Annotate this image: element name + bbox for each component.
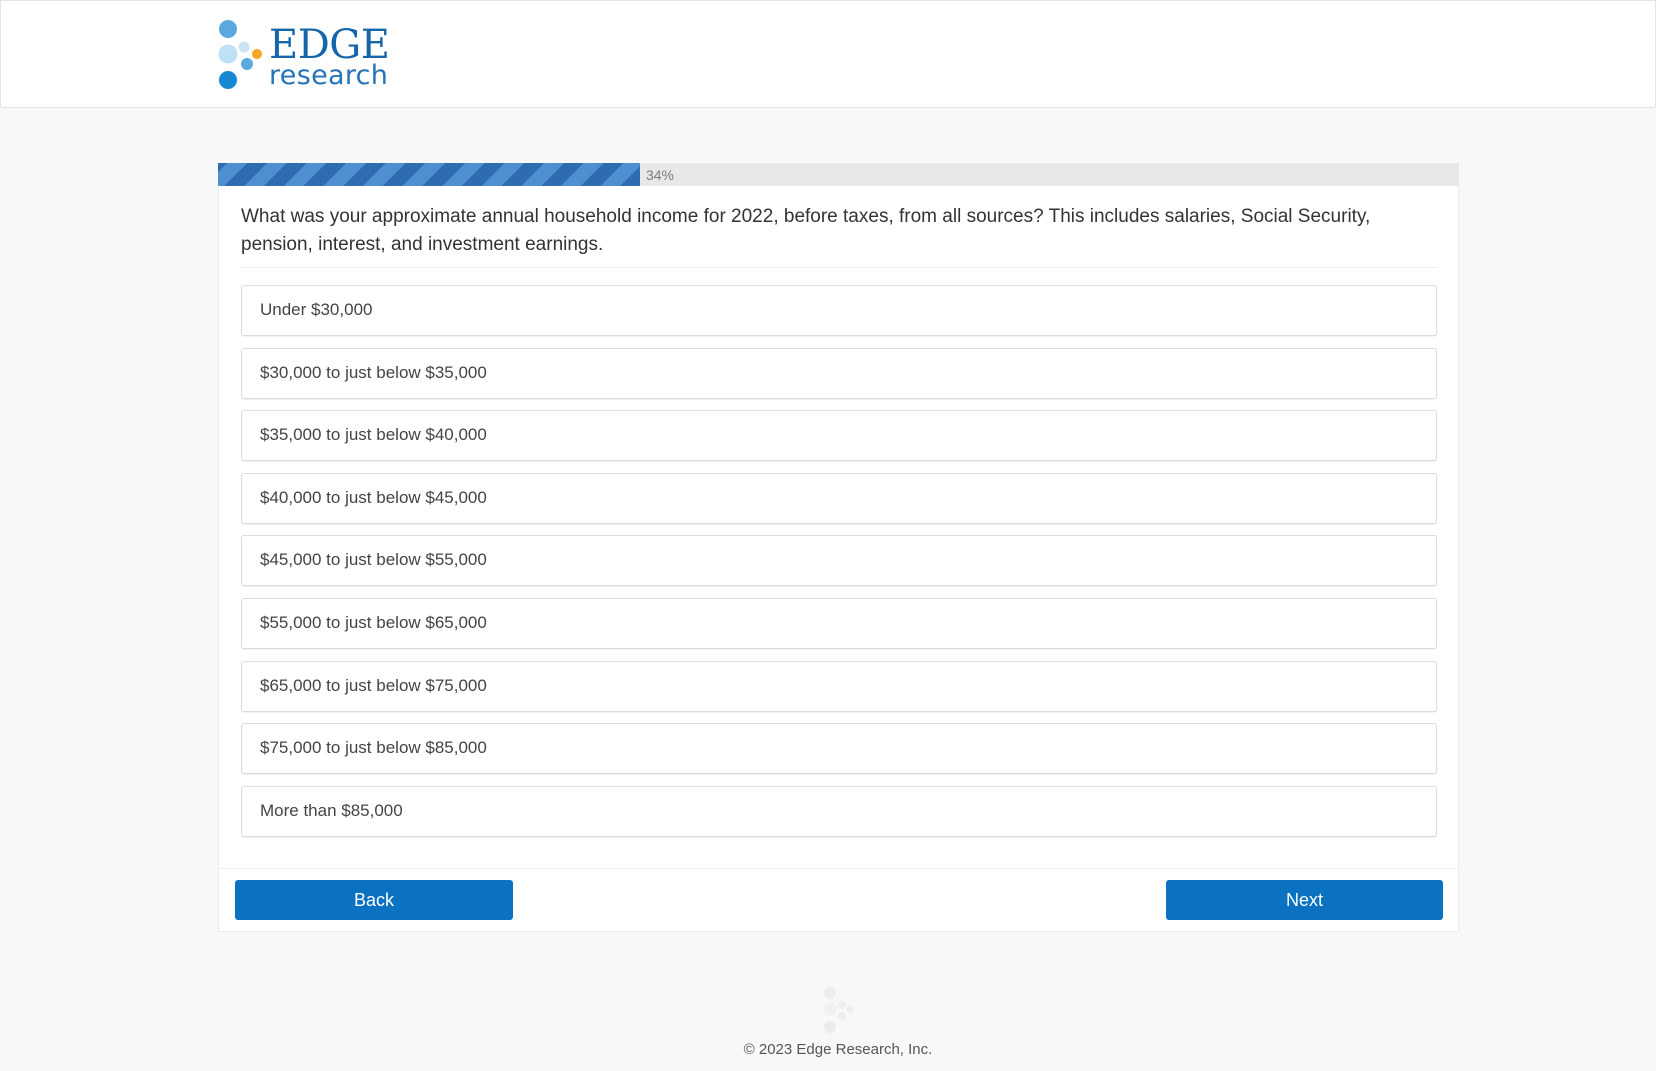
answer-option-55000-65000[interactable]: $55,000 to just below $65,000 [241,597,1437,649]
answer-option-75000-85000[interactable]: $75,000 to just below $85,000 [241,723,1437,775]
logo-dots-icon [218,20,262,89]
logo-text: EDGE research [269,22,390,91]
progress-percent-label: 34% [645,167,674,183]
progress-bar-fill [218,163,640,186]
next-button[interactable]: Next [1166,880,1443,920]
navigation-divider [219,868,1458,869]
question-card: What was your approximate annual househo… [218,186,1459,932]
answer-options-list: Under $30,000 $30,000 to just below $35,… [241,285,1437,848]
site-header: EDGE research [0,0,1656,108]
question-text: What was your approximate annual househo… [241,206,1371,255]
edge-research-logo: EDGE research [217,19,390,91]
answer-option-65000-75000[interactable]: $65,000 to just below $75,000 [241,660,1437,712]
answer-option-under-30000[interactable]: Under $30,000 [241,285,1437,336]
answer-option-40000-45000[interactable]: $40,000 to just below $45,000 [241,472,1437,524]
answer-option-45000-55000[interactable]: $45,000 to just below $55,000 [241,535,1437,587]
progress-bar: 34% [218,163,1459,186]
logo-tagline: research [269,60,389,91]
answer-option-30000-35000[interactable]: $30,000 to just below $35,000 [241,347,1437,399]
footer-logo-watermark-icon [823,987,854,1033]
back-button[interactable]: Back [235,880,513,920]
question-divider [241,267,1437,268]
copyright-text: © 2023 Edge Research, Inc. [743,1041,933,1058]
answer-option-35000-40000[interactable]: $35,000 to just below $40,000 [241,410,1437,462]
answer-option-more-than-85000[interactable]: More than $85,000 [241,785,1437,837]
logo-wordmark: EDGE [269,22,390,68]
